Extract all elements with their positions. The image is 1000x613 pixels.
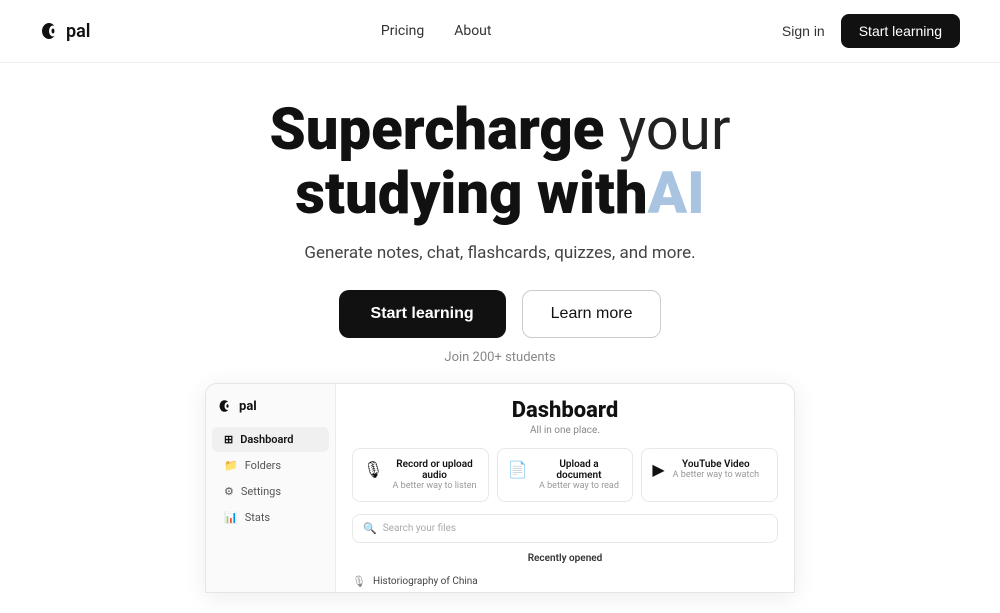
navbar: pal Pricing About Sign in Start learning [0, 0, 1000, 63]
recently-opened-label: Recently opened [352, 553, 778, 564]
sidebar: pal ⊞ Dashboard 📁 Folders ⚙ Settings 📊 S… [206, 384, 336, 592]
video-card-sub: A better way to watch [673, 470, 759, 480]
students-count: Join 200+ students [20, 350, 980, 365]
learn-more-button[interactable]: Learn more [522, 290, 662, 338]
search-icon: 🔍 [363, 522, 377, 535]
upload-cards: 🎙 Record or upload audio A better way to… [352, 448, 778, 502]
file-item-0[interactable]: 🎙 Historiography of China [352, 570, 778, 592]
sidebar-dashboard-label: Dashboard [240, 433, 293, 446]
sidebar-item-folders[interactable]: 📁 Folders [212, 453, 329, 478]
dashboard-title: Dashboard [352, 398, 778, 423]
hero-section: Supercharge your studying withAI Generat… [0, 63, 1000, 613]
main-content: Dashboard All in one place. 🎙 Record or … [336, 384, 794, 592]
nav-right: Sign in Start learning [782, 14, 960, 48]
settings-icon: ⚙ [224, 485, 234, 498]
file-icon-0: 🎙 [352, 575, 366, 588]
hero-buttons: Start learning Learn more [20, 290, 980, 338]
nav-pricing[interactable]: Pricing [381, 23, 424, 39]
sidebar-stats-label: Stats [245, 511, 270, 524]
file-list: 🎙 Historiography of China 📄 Social Media… [352, 570, 778, 592]
hero-title-bold: Supercharge [269, 96, 604, 164]
search-bar[interactable]: 🔍 Search your files [352, 514, 778, 543]
document-icon: 📄 [508, 460, 528, 479]
nav-about[interactable]: About [454, 23, 491, 39]
sidebar-settings-label: Settings [241, 485, 281, 498]
logo-text: pal [66, 21, 90, 42]
audio-card-sub: A better way to listen [391, 481, 477, 491]
audio-card-title: Record or upload audio [391, 459, 477, 481]
video-card-text: YouTube Video A better way to watch [673, 459, 759, 480]
sidebar-item-settings[interactable]: ⚙ Settings [212, 479, 329, 504]
hero-ai: AI [648, 160, 705, 228]
sign-in-button[interactable]: Sign in [782, 23, 825, 39]
hero-title: Supercharge your studying withAI [20, 99, 980, 227]
video-icon: ▶ [652, 460, 664, 479]
dashboard-preview: pal ⊞ Dashboard 📁 Folders ⚙ Settings 📊 S… [205, 383, 795, 593]
dashboard-icon: ⊞ [224, 433, 233, 446]
logo: pal [40, 20, 90, 42]
audio-card-text: Record or upload audio A better way to l… [391, 459, 477, 491]
document-card-text: Upload a document A better way to read [536, 459, 623, 491]
audio-icon: 🎙 [363, 460, 383, 479]
start-learning-nav-button[interactable]: Start learning [841, 14, 960, 48]
upload-card-video[interactable]: ▶ YouTube Video A better way to watch [641, 448, 778, 502]
hero-title-line2: studying withAI [295, 160, 704, 228]
folders-icon: 📁 [224, 459, 238, 472]
sidebar-logo-text: pal [239, 399, 257, 414]
sidebar-logo-icon [218, 398, 234, 414]
file-name-0: Historiography of China [373, 576, 478, 587]
sidebar-item-dashboard[interactable]: ⊞ Dashboard [212, 427, 329, 452]
start-learning-button[interactable]: Start learning [339, 290, 506, 338]
logo-icon [40, 20, 62, 42]
nav-links: Pricing About [381, 23, 492, 39]
document-card-sub: A better way to read [536, 481, 623, 491]
dashboard-subtitle: All in one place. [352, 425, 778, 436]
search-placeholder: Search your files [383, 523, 456, 534]
sidebar-folders-label: Folders [245, 459, 281, 472]
sidebar-item-stats[interactable]: 📊 Stats [212, 505, 329, 530]
hero-title-light: your [604, 96, 730, 164]
video-card-title: YouTube Video [673, 459, 759, 470]
upload-card-document[interactable]: 📄 Upload a document A better way to read [497, 448, 634, 502]
hero-subtitle: Generate notes, chat, flashcards, quizze… [290, 241, 710, 267]
stats-icon: 📊 [224, 511, 238, 524]
upload-card-audio[interactable]: 🎙 Record or upload audio A better way to… [352, 448, 489, 502]
hero-studying: studying with [295, 160, 647, 228]
document-card-title: Upload a document [536, 459, 623, 481]
sidebar-logo: pal [206, 398, 335, 426]
